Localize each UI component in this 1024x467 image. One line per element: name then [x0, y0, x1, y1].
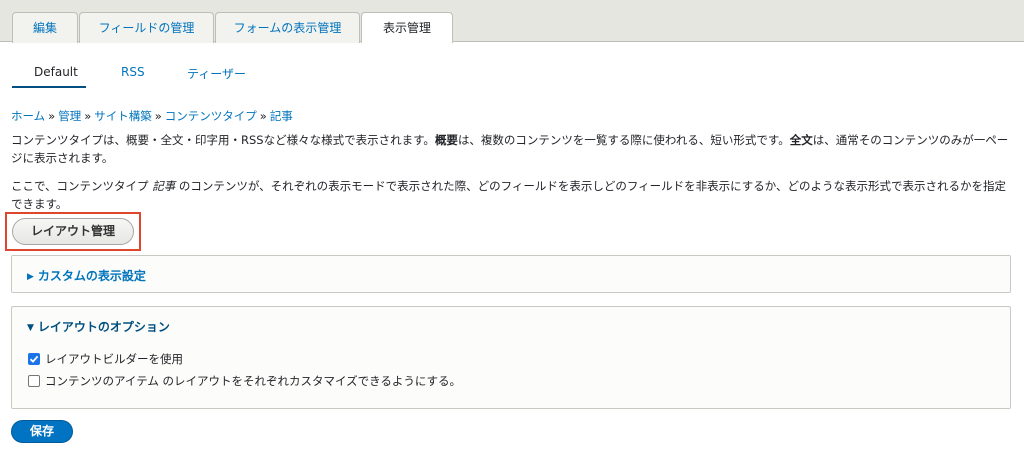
- tab-teaser[interactable]: ティーザー: [187, 65, 246, 82]
- per-item-layout-label[interactable]: コンテンツのアイテム のレイアウトをそれぞれカスタマイズできるようにする。: [45, 373, 461, 389]
- per-item-layout-option: コンテンツのアイテム のレイアウトをそれぞれカスタマイズできるようにする。: [28, 373, 461, 389]
- layout-options-toggle[interactable]: ▼ レイアウトのオプション: [27, 318, 170, 335]
- use-layout-builder-label[interactable]: レイアウトビルダーを使用: [45, 351, 183, 367]
- breadcrumb-article[interactable]: 記事: [270, 109, 293, 123]
- save-button[interactable]: 保存: [11, 420, 73, 443]
- custom-display-settings-label: カスタムの表示設定: [37, 269, 146, 283]
- per-item-layout-checkbox[interactable]: [28, 375, 40, 387]
- active-tab-indicator: [12, 86, 86, 88]
- breadcrumb-home[interactable]: ホーム: [11, 109, 45, 123]
- breadcrumb-separator: »: [259, 109, 267, 123]
- breadcrumb-admin[interactable]: 管理: [58, 109, 81, 123]
- primary-tabs: 編集 フィールドの管理 フォームの表示管理 表示管理: [0, 0, 1024, 43]
- tab-manage-display[interactable]: 表示管理: [361, 12, 453, 43]
- use-layout-builder-option: レイアウトビルダーを使用: [28, 351, 183, 367]
- description-paragraph-2: ここで、コンテンツタイプ 記事 のコンテンツが、それぞれの表示モードで表示された…: [11, 179, 1007, 211]
- custom-display-settings-toggle[interactable]: ▶ カスタムの表示設定: [27, 267, 146, 284]
- tab-manage-form-display[interactable]: フォームの表示管理: [215, 12, 360, 43]
- checkmark-icon: [29, 355, 39, 363]
- custom-display-settings-panel: ▶ カスタムの表示設定: [11, 255, 1011, 293]
- breadcrumb-separator: »: [48, 109, 56, 123]
- breadcrumb-separator: »: [154, 109, 162, 123]
- manage-layout-button[interactable]: レイアウト管理: [12, 218, 134, 245]
- use-layout-builder-checkbox[interactable]: [28, 353, 40, 365]
- secondary-tabs: Default RSS ティーザー: [0, 42, 1024, 90]
- triangle-down-icon: ▼: [27, 323, 34, 333]
- tab-default[interactable]: Default: [34, 65, 78, 79]
- tab-rss[interactable]: RSS: [121, 65, 145, 79]
- triangle-right-icon: ▶: [27, 272, 34, 282]
- layout-options-label: レイアウトのオプション: [37, 320, 170, 334]
- breadcrumb-content-types[interactable]: コンテンツタイプ: [165, 109, 257, 123]
- description-paragraph-1: コンテンツタイプは、概要・全文・印字用・RSSなど様々な様式で表示されます。概要…: [11, 133, 1009, 165]
- layout-options-panel: ▼ レイアウトのオプション レイアウトビルダーを使用 コンテンツのアイテム のレイ…: [11, 306, 1011, 409]
- tab-edit[interactable]: 編集: [12, 12, 78, 43]
- breadcrumb-structure[interactable]: サイト構築: [94, 109, 152, 123]
- breadcrumb-separator: »: [84, 109, 92, 123]
- tab-manage-fields[interactable]: フィールドの管理: [79, 12, 214, 43]
- breadcrumb: ホーム» 管理» サイト構築» コンテンツタイプ» 記事: [11, 108, 293, 124]
